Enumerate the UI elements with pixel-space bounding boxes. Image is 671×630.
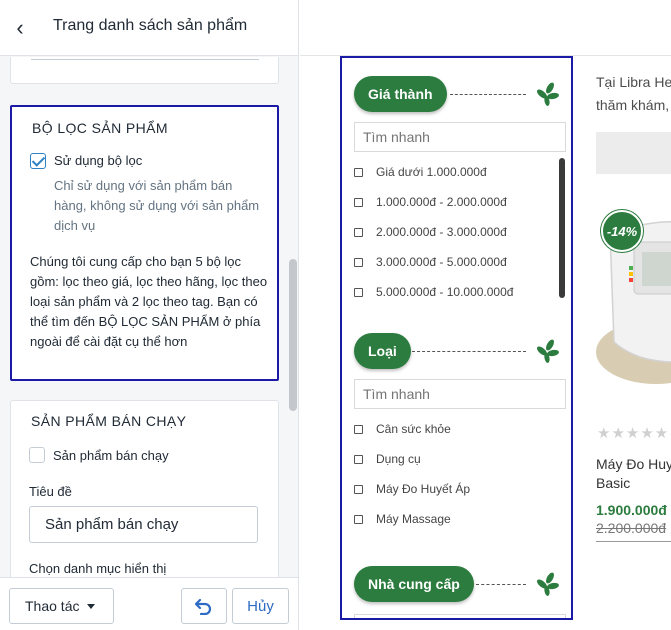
discount-badge: -14% bbox=[601, 210, 643, 252]
title-input[interactable] bbox=[29, 506, 258, 543]
rating-stars: ★★★★★ bbox=[597, 425, 670, 442]
option-label: 2.000.000đ - 3.000.000đ bbox=[376, 225, 507, 239]
quick-search-input[interactable] bbox=[354, 379, 566, 409]
product-name-line: Máy Đo Huyết bbox=[596, 456, 671, 472]
option-label: 1.000.000đ - 2.000.000đ bbox=[376, 195, 507, 209]
section-title: BỘ LỌC SẢN PHẨM bbox=[32, 120, 168, 136]
actions-dropdown-button[interactable]: Thao tác bbox=[9, 588, 114, 624]
best-seller-checkbox[interactable] bbox=[29, 447, 45, 463]
panel-scrollbar[interactable] bbox=[289, 259, 297, 411]
option-label: Giá dưới 1.000.000đ bbox=[376, 165, 487, 179]
panel-footer: Thao tác Hủy bbox=[0, 577, 298, 630]
settings-scroll-area[interactable]: BỘ LỌC SẢN PHẨM Sử dụng bộ lọc Chỉ sử dụ… bbox=[0, 57, 298, 577]
product-filter-section: BỘ LỌC SẢN PHẨM Sử dụng bộ lọc Chỉ sử dụ… bbox=[10, 105, 279, 381]
filter-group-supplier: Nhà cung cấp bbox=[342, 562, 571, 618]
filter-group-title: Nhà cung cấp bbox=[354, 566, 474, 602]
undo-button[interactable] bbox=[181, 588, 227, 624]
option-checkbox[interactable] bbox=[354, 514, 363, 524]
filter-group-title: Loại bbox=[354, 333, 411, 369]
filter-group-type: Loại Cân sức khỏe Dụng cụ Máy Đo Huyết Á… bbox=[342, 329, 571, 529]
filter-description: Chúng tôi cung cấp cho bạn 5 bộ lọc gồm:… bbox=[30, 254, 268, 349]
filter-option[interactable]: 5.000.000đ - 10.000.000đ bbox=[354, 283, 513, 301]
page-title: Trang danh sách sản phẩm bbox=[53, 17, 248, 34]
product-old-price: 2.200.000đ bbox=[596, 520, 667, 536]
intro-line: Tại Libra He bbox=[596, 74, 671, 90]
store-preview: Giá thành Giá dưới 1.000.000đ 1.000.000đ… bbox=[300, 0, 671, 630]
caret-down-icon bbox=[87, 603, 96, 609]
option-label: 5.000.000đ - 10.000.000đ bbox=[376, 285, 514, 299]
section-title: SẢN PHẨM BÁN CHẠY bbox=[31, 413, 187, 429]
option-checkbox[interactable] bbox=[354, 197, 363, 207]
option-label: Cân sức khỏe bbox=[376, 422, 451, 436]
leaf-icon bbox=[537, 339, 559, 363]
use-filter-help-text: Chỉ sử dụng với sản phẩm bán hàng, không… bbox=[54, 178, 260, 233]
best-seller-section: SẢN PHẨM BÁN CHẠY Sản phẩm bán chạy Tiêu… bbox=[10, 400, 279, 577]
option-label: Máy Đo Huyết Áp bbox=[376, 482, 471, 496]
product-price: 1.900.000đ bbox=[596, 502, 667, 518]
filter-option[interactable]: 2.000.000đ - 3.000.000đ bbox=[354, 223, 507, 241]
option-checkbox[interactable] bbox=[354, 424, 363, 434]
quick-search-input[interactable] bbox=[354, 122, 566, 152]
quick-search-input[interactable] bbox=[354, 614, 566, 618]
filter-option[interactable]: Dụng cụ bbox=[354, 450, 421, 468]
previous-field bbox=[31, 58, 259, 60]
option-checkbox[interactable] bbox=[354, 167, 363, 177]
title-field-label: Tiêu đề bbox=[29, 484, 72, 499]
divider bbox=[476, 584, 526, 585]
option-checkbox[interactable] bbox=[354, 484, 363, 494]
product-name[interactable]: Máy Đo Huyết Basic bbox=[596, 455, 671, 493]
option-label: 3.000.000đ - 5.000.000đ bbox=[376, 255, 507, 269]
placeholder-button[interactable] bbox=[596, 132, 671, 174]
category-field-label: Chọn danh mục hiển thị bbox=[29, 561, 167, 576]
previous-section-card bbox=[10, 57, 279, 84]
filter-group-price: Giá thành Giá dưới 1.000.000đ 1.000.000đ… bbox=[342, 72, 571, 322]
cancel-button[interactable]: Hủy bbox=[232, 588, 289, 624]
divider bbox=[596, 541, 671, 542]
intro-line: thăm khám, bbox=[596, 97, 670, 113]
panel-header: ‹ Trang danh sách sản phẩm bbox=[0, 0, 298, 56]
filter-option[interactable]: 3.000.000đ - 5.000.000đ bbox=[354, 253, 507, 271]
actions-label: Thao tác bbox=[25, 598, 80, 614]
option-label: Máy Massage bbox=[376, 512, 451, 526]
option-checkbox[interactable] bbox=[354, 287, 363, 297]
back-button[interactable]: ‹ bbox=[8, 14, 32, 42]
leaf-icon bbox=[537, 82, 559, 106]
use-filter-label[interactable]: Sử dụng bộ lọc bbox=[54, 153, 142, 168]
filter-option[interactable]: 1.000.000đ - 2.000.000đ bbox=[354, 193, 507, 211]
filter-option[interactable]: Cân sức khỏe bbox=[354, 420, 451, 438]
leaf-icon bbox=[537, 572, 559, 596]
chevron-left-icon: ‹ bbox=[16, 15, 24, 40]
intro-text: Tại Libra He thăm khám, bbox=[596, 71, 671, 117]
option-checkbox[interactable] bbox=[354, 454, 363, 464]
option-label: Dụng cụ bbox=[376, 452, 421, 466]
undo-icon bbox=[194, 598, 212, 615]
theme-editor-panel: ‹ Trang danh sách sản phẩm BỘ LỌC SẢN PH… bbox=[0, 0, 299, 630]
option-checkbox[interactable] bbox=[354, 257, 363, 267]
options-scrollbar[interactable] bbox=[559, 158, 565, 298]
filter-option[interactable]: Máy Đo Huyết Áp bbox=[354, 480, 470, 498]
filter-group-title: Giá thành bbox=[354, 76, 447, 112]
option-checkbox[interactable] bbox=[354, 227, 363, 237]
filter-option[interactable]: Máy Massage bbox=[354, 510, 451, 528]
filter-sidebar: Giá thành Giá dưới 1.000.000đ 1.000.000đ… bbox=[340, 56, 573, 620]
divider bbox=[450, 94, 526, 95]
best-seller-checkbox-label[interactable]: Sản phẩm bán chạy bbox=[53, 448, 169, 463]
use-filter-checkbox[interactable] bbox=[30, 153, 46, 169]
product-name-line: Basic bbox=[596, 475, 631, 491]
divider bbox=[412, 351, 526, 352]
filter-option[interactable]: Giá dưới 1.000.000đ bbox=[354, 163, 487, 181]
